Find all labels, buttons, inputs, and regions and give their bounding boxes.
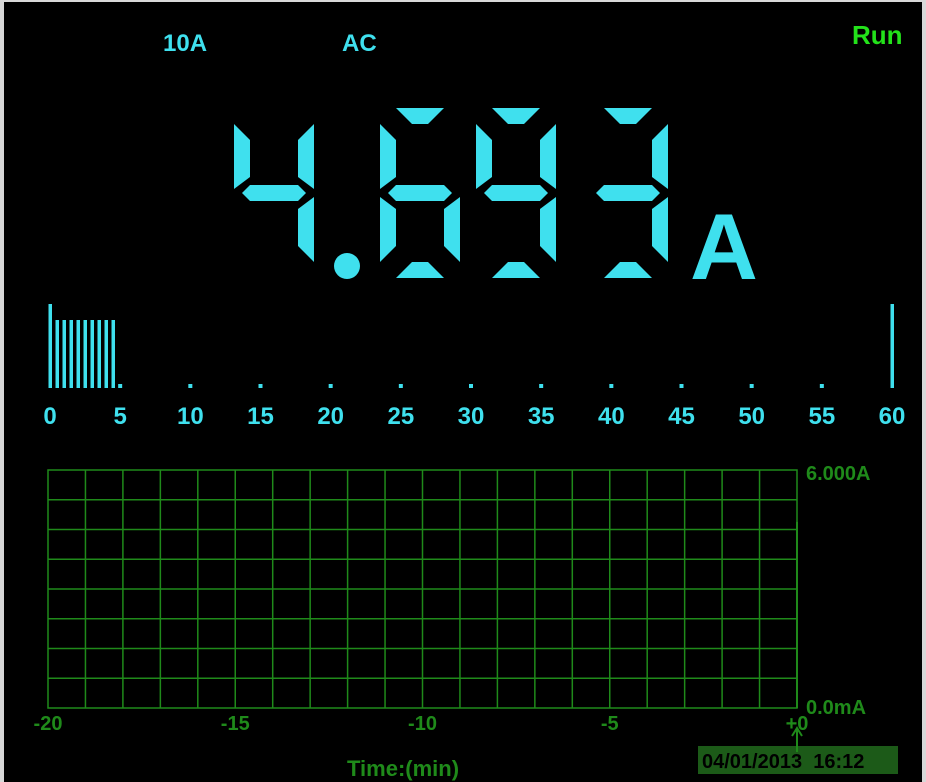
scale-dot	[609, 384, 614, 388]
bar-segment	[104, 320, 108, 388]
segment-c	[298, 197, 314, 262]
bargraph-end-marker	[890, 304, 894, 388]
x-tick-label: -10	[408, 713, 437, 735]
bar-segment	[55, 320, 59, 388]
segment-g	[242, 185, 306, 201]
bar-segment	[97, 320, 101, 388]
bar-segment	[69, 320, 73, 388]
decimal-point	[334, 253, 360, 279]
x-tick-label: -5	[601, 713, 619, 735]
segment-a	[604, 108, 652, 124]
segment-e	[380, 197, 396, 262]
segment-g	[388, 185, 452, 201]
segment-a	[492, 108, 540, 124]
scale-label: 0	[43, 403, 56, 430]
segment-c	[540, 197, 556, 262]
x-axis-title: Time:(min)	[347, 756, 459, 781]
digit-3	[476, 108, 556, 278]
x-axis-labels: -20 -15 -10 -5 +0	[34, 713, 809, 735]
scale-dot	[118, 384, 123, 388]
run-status: Run	[852, 20, 903, 50]
digit-2	[380, 108, 460, 278]
scale-label: 5	[113, 403, 126, 430]
trend-plot: 6.000A 0.0mA -20 -15 -10 -5 +0 Time:(min) 04…	[34, 463, 898, 781]
scale-label: 10	[177, 403, 204, 430]
bar-segment	[83, 320, 87, 388]
bar-segment	[76, 320, 80, 388]
scale-label: 35	[528, 403, 555, 430]
segment-b	[652, 124, 668, 189]
scale-label: 40	[598, 403, 625, 430]
digit-1	[234, 124, 314, 262]
scale-dot	[679, 384, 684, 388]
scale-dot	[749, 384, 754, 388]
bargraph-bars	[48, 304, 115, 388]
x-tick-label: -15	[221, 713, 250, 735]
analog-bargraph: 0 5 10 15 20 25 30 35 40 45 50 55 60	[43, 304, 906, 430]
scale-dot	[328, 384, 333, 388]
segment-d	[492, 262, 540, 278]
segment-b	[540, 124, 556, 189]
bar-segment	[111, 320, 115, 388]
trend-grid	[47, 469, 798, 709]
scale-label: 60	[879, 403, 906, 430]
scale-dot	[469, 384, 473, 388]
scale-label: 45	[668, 403, 695, 430]
scale-label: 25	[387, 403, 414, 430]
segment-f	[234, 124, 250, 189]
bar-segment	[90, 320, 94, 388]
scale-dot	[539, 384, 544, 388]
segment-f	[380, 124, 396, 189]
segment-f	[476, 124, 492, 189]
mode-indicator: AC	[342, 30, 377, 57]
unit-label: A	[690, 194, 758, 299]
segment-g	[484, 185, 548, 201]
scale-dot	[258, 384, 263, 388]
segment-c	[444, 197, 460, 262]
scale-dot	[398, 384, 403, 388]
scale-dot	[819, 384, 824, 388]
scale-label: 20	[317, 403, 344, 430]
datetime-text: 04/01/2013 16:12	[702, 751, 864, 773]
segment-d	[604, 262, 652, 278]
y-min-label: 0.0mA	[806, 697, 866, 719]
scale-label: 55	[808, 403, 835, 430]
segment-b	[298, 124, 314, 189]
window-frame-top	[0, 0, 926, 2]
scale-label: 50	[738, 403, 765, 430]
segment-a	[396, 108, 444, 124]
x-tick-label: -20	[34, 713, 63, 735]
main-reading	[234, 108, 668, 279]
digit-4	[596, 108, 668, 278]
y-max-label: 6.000A	[806, 463, 871, 485]
range-indicator: 10A	[163, 30, 208, 57]
segment-d	[396, 262, 444, 278]
bar-segment	[48, 304, 52, 388]
scale-dot	[188, 384, 193, 388]
bar-segment	[62, 320, 66, 388]
scale-label: 15	[247, 403, 274, 430]
scale-label: 30	[458, 403, 485, 430]
segment-g	[596, 185, 660, 201]
segment-c	[652, 197, 668, 262]
